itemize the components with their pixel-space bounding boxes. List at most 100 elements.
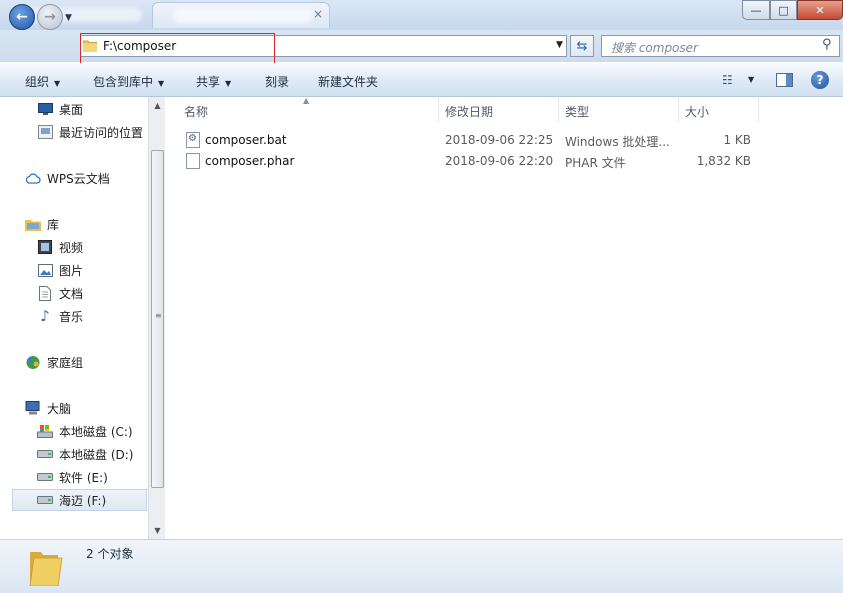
column-divider[interactable] [758, 97, 759, 123]
search-placeholder: 搜索 composer [611, 41, 698, 55]
view-options-icon[interactable]: ☷ [722, 73, 733, 87]
cloud-icon [25, 170, 41, 186]
minimize-button[interactable]: — [742, 0, 770, 20]
chevron-down-icon: ▼ [158, 79, 165, 88]
generic-file-icon [186, 153, 200, 169]
refresh-button[interactable]: ⇆ [570, 35, 594, 57]
tab-close-icon[interactable]: × [313, 7, 323, 21]
video-icon [37, 239, 53, 255]
homegroup-icon [25, 354, 41, 370]
nav-item-documents[interactable]: 文档 [0, 282, 148, 304]
document-icon [37, 285, 53, 301]
file-row[interactable]: composer.bat 2018-09-06 22:25 Windows 批处… [184, 130, 764, 150]
maximize-button[interactable]: □ [770, 0, 797, 20]
nav-label-wps: WPS云文档 [47, 171, 110, 186]
hard-drive-icon [37, 492, 53, 508]
share-button[interactable]: 共享 ▼ [196, 73, 231, 90]
minimize-icon: — [750, 3, 762, 17]
help-button[interactable]: ? [811, 71, 829, 89]
nav-item-drive-f[interactable]: 海迈 (F:) [12, 489, 147, 511]
close-icon: ✕ [815, 3, 825, 17]
recent-pages-dropdown-icon[interactable]: ▼ [65, 13, 72, 23]
nav-item-music[interactable]: ♪ 音乐 [0, 305, 148, 327]
nav-item-drive-e[interactable]: 软件 (E:) [0, 466, 148, 488]
nav-scrollbar[interactable]: ▲ ≡ ▼ [148, 97, 165, 539]
nav-item-desktop[interactable]: 桌面 [0, 98, 148, 120]
music-icon: ♪ [40, 307, 50, 325]
scroll-thumb[interactable]: ≡ [151, 150, 164, 488]
batch-file-icon [186, 132, 200, 148]
view-dropdown-icon[interactable]: ▼ [748, 75, 754, 84]
nav-label-desktop: 桌面 [59, 102, 84, 117]
nav-label-pictures: 图片 [59, 263, 84, 278]
nav-label-libraries: 库 [47, 217, 60, 232]
maximize-icon: □ [778, 3, 789, 17]
hard-drive-icon [37, 469, 53, 485]
file-size: 1,832 KB [696, 154, 751, 168]
organize-button[interactable]: 组织 ▼ [25, 73, 60, 90]
file-modified: 2018-09-06 22:25 [445, 133, 554, 147]
file-name: composer.phar [205, 154, 295, 168]
file-size: 1 KB [723, 133, 751, 147]
item-count: 2 个对象 [86, 547, 134, 561]
hard-drive-icon [37, 446, 53, 462]
back-button[interactable]: ← [9, 4, 35, 30]
sort-ascending-icon: ▲ [303, 96, 310, 105]
navigation-pane: 桌面 最近访问的位置 WPS云文档 库 视频 图片 文档 ♪ 音乐 家庭组 大脑… [0, 97, 148, 539]
burn-label: 刻录 [265, 75, 290, 89]
library-icon [25, 216, 41, 232]
new-folder-button[interactable]: 新建文件夹 [318, 73, 378, 90]
nav-label-drive-d: 本地磁盘 (D:) [59, 447, 134, 462]
include-library-button[interactable]: 包含到库中 ▼ [93, 73, 164, 90]
column-header-type[interactable]: 类型 [565, 103, 589, 120]
scroll-up-icon[interactable]: ▲ [149, 97, 166, 114]
column-divider[interactable] [678, 97, 679, 123]
file-row[interactable]: composer.phar 2018-09-06 22:20 PHAR 文件 1… [184, 151, 764, 171]
column-divider[interactable] [558, 97, 559, 123]
share-label: 共享 [196, 75, 221, 89]
nav-label-recent: 最近访问的位置 [59, 125, 144, 140]
file-type: PHAR 文件 [565, 156, 626, 170]
picture-icon [37, 262, 53, 278]
blurred-title-text [173, 9, 313, 23]
nav-label-drive-c: 本地磁盘 (C:) [59, 424, 133, 439]
title-bar: × [0, 0, 843, 30]
chevron-down-icon: ▼ [54, 79, 61, 88]
nav-label-homegroup: 家庭组 [47, 355, 84, 370]
nav-item-wps[interactable]: WPS云文档 [0, 167, 148, 189]
nav-item-drive-c[interactable]: 本地磁盘 (C:) [0, 420, 148, 442]
nav-label-documents: 文档 [59, 286, 84, 301]
nav-item-libraries[interactable]: 库 [0, 213, 148, 235]
help-icon: ? [816, 73, 824, 87]
nav-label-drive-e: 软件 (E:) [59, 470, 108, 485]
nav-item-recent[interactable]: 最近访问的位置 [0, 121, 148, 143]
column-divider[interactable] [438, 97, 439, 123]
nav-item-homegroup[interactable]: 家庭组 [0, 351, 148, 373]
file-name: composer.bat [205, 133, 287, 147]
column-header-name[interactable]: 名称 [184, 103, 208, 120]
preview-pane-button[interactable] [776, 73, 793, 87]
search-icon[interactable]: ⚲ [822, 37, 832, 52]
address-dropdown-icon[interactable]: ▼ [556, 40, 563, 50]
column-header-size[interactable]: 大小 [685, 103, 709, 120]
nav-item-videos[interactable]: 视频 [0, 236, 148, 258]
organize-label: 组织 [25, 75, 50, 89]
scroll-grip-icon: ≡ [155, 311, 162, 320]
desktop-icon [37, 101, 53, 117]
close-button[interactable]: ✕ [797, 0, 843, 20]
new-folder-label: 新建文件夹 [318, 75, 379, 89]
burn-button[interactable]: 刻录 [265, 73, 289, 90]
column-header-modified[interactable]: 修改日期 [445, 103, 493, 120]
blurred-title-tab: × [152, 2, 330, 28]
forward-button[interactable]: → [37, 4, 63, 30]
nav-label-drive-f: 海迈 (F:) [59, 493, 107, 508]
nav-item-computer[interactable]: 大脑 [0, 397, 148, 419]
nav-item-pictures[interactable]: 图片 [0, 259, 148, 281]
scroll-down-icon[interactable]: ▼ [149, 522, 166, 539]
nav-item-drive-d[interactable]: 本地磁盘 (D:) [0, 443, 148, 465]
back-arrow-icon: ← [16, 9, 28, 25]
nav-label-music: 音乐 [59, 309, 84, 324]
folder-large-icon [29, 552, 63, 586]
recent-places-icon [37, 124, 53, 140]
system-drive-icon [37, 423, 53, 439]
